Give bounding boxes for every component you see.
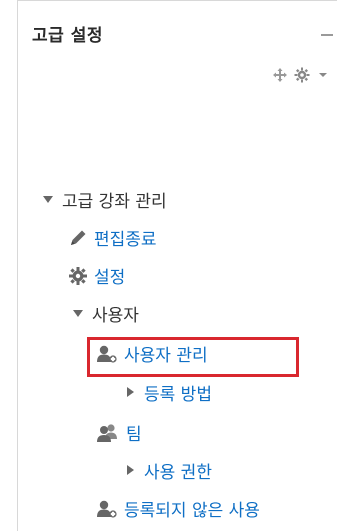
tree-item-label: 고급 강좌 관리	[62, 192, 167, 212]
enrolled-users-icon	[96, 499, 118, 519]
tree-item-permissions[interactable]: 사용 권한	[126, 458, 212, 483]
tree-item-label: 팀	[126, 425, 142, 445]
tree-item-user-management[interactable]: 사용자 관리	[96, 341, 208, 366]
advanced-settings-block: 고급 설정 고급 강좌 관리 편집종료 설정 사용자 사용자 관리 등록 방법 …	[17, 0, 337, 531]
tree-item-label: 편집종료	[94, 230, 157, 250]
expanded-triangle-icon[interactable]	[42, 190, 54, 210]
expanded-triangle-icon[interactable]	[72, 304, 84, 324]
block-title: 고급 설정	[32, 26, 103, 46]
tree-item-label: 등록되지 않은 사용	[124, 501, 260, 521]
chevron-down-icon[interactable]	[318, 71, 328, 79]
group-icon	[96, 423, 120, 443]
tree-item-not-enrolled-users[interactable]: 등록되지 않은 사용	[96, 496, 260, 521]
collapsed-triangle-icon[interactable]	[126, 383, 136, 403]
tree-item-label: 사용자 관리	[124, 346, 208, 366]
tree-item-edit-off[interactable]: 편집종료	[68, 225, 157, 250]
tree-item-settings[interactable]: 설정	[68, 263, 125, 288]
tree-item-label: 등록 방법	[144, 385, 212, 405]
tree-item-groups[interactable]: 팀	[96, 420, 142, 445]
gear-icon	[68, 266, 88, 286]
block-controls	[272, 67, 328, 83]
enrolled-users-icon	[96, 344, 118, 364]
tree-item-label: 설정	[94, 268, 126, 288]
move-icon[interactable]	[272, 67, 288, 83]
tree-item-users[interactable]: 사용자	[72, 301, 139, 326]
pencil-icon	[68, 228, 88, 248]
collapsed-triangle-icon[interactable]	[126, 461, 136, 481]
tree-item-label: 사용 권한	[144, 463, 212, 483]
gear-icon[interactable]	[294, 67, 312, 83]
tree-item-enrolment-methods[interactable]: 등록 방법	[126, 380, 212, 405]
tree-item-course-admin[interactable]: 고급 강좌 관리	[42, 187, 167, 212]
collapse-block-icon[interactable]	[321, 34, 333, 36]
tree-item-label: 사용자	[92, 306, 139, 326]
